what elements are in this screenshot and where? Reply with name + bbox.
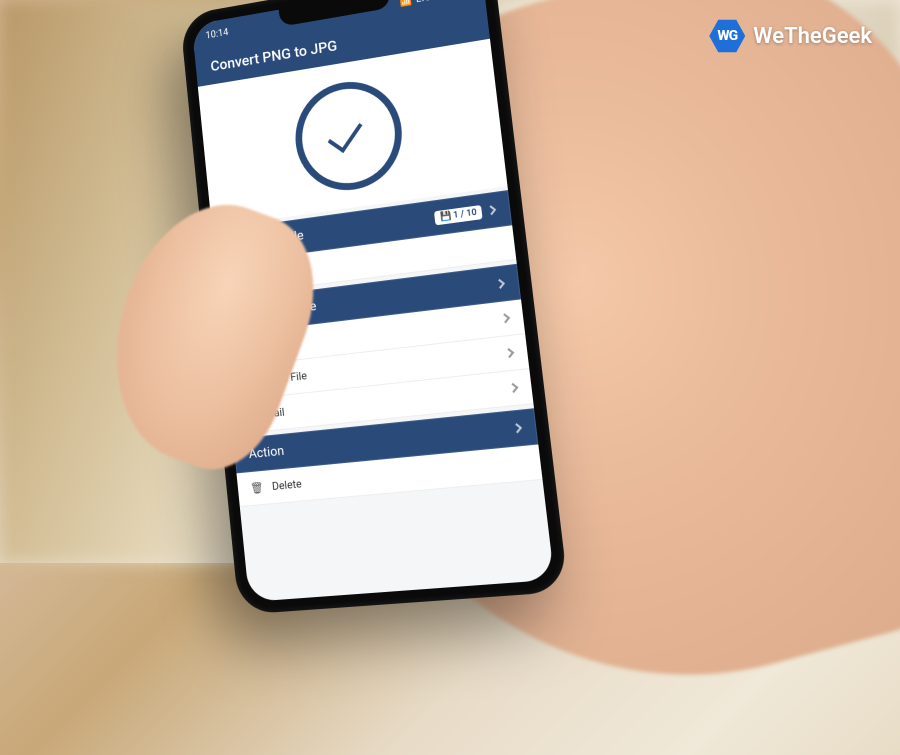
lte-label: LTE <box>415 0 432 5</box>
delete-label: Delete <box>271 477 302 493</box>
chevron-right-icon <box>508 383 518 393</box>
success-circle-icon <box>290 74 407 197</box>
chevron-right-icon <box>500 313 510 323</box>
chevron-right-icon <box>495 279 505 289</box>
checkmark-icon <box>328 114 363 153</box>
watermark-logo-text: WG <box>717 28 737 44</box>
chevron-right-icon <box>512 423 522 433</box>
signal-icon: 📶 <box>399 0 412 7</box>
save-count-badge: 💾 1 / 10 <box>434 204 482 224</box>
chevron-right-icon <box>504 348 514 358</box>
watermark-logo-icon: WG <box>709 18 745 54</box>
status-time: 10:14 <box>205 27 229 41</box>
watermark: WG WeTheGeek <box>709 18 872 54</box>
save-icon: 💾 <box>440 211 452 222</box>
delete-icon: 🗑 <box>251 481 264 494</box>
chevron-right-icon <box>486 205 496 215</box>
battery-icon: 🔋 <box>435 0 449 1</box>
save-count: 1 / 10 <box>453 207 478 220</box>
watermark-brand: WeTheGeek <box>753 24 872 49</box>
